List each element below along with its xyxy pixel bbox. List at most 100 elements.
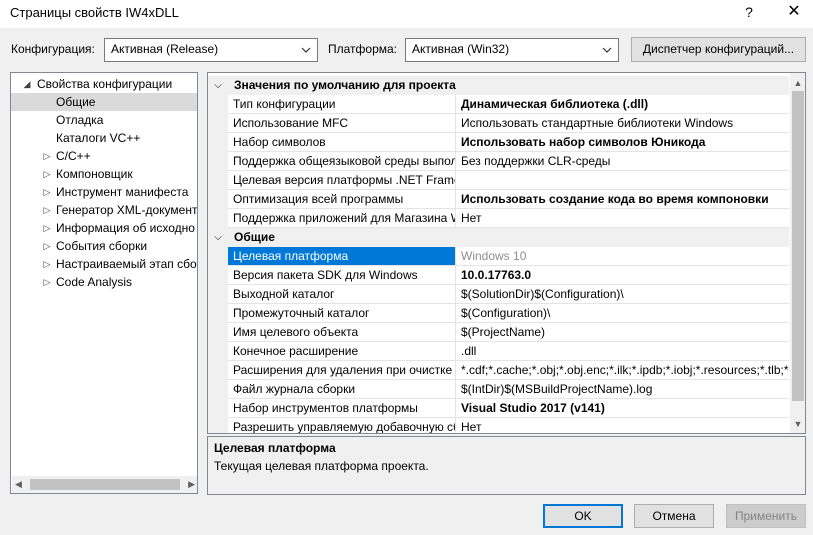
property-value[interactable]: $(SolutionDir)$(Configuration)\: [456, 285, 789, 304]
tree-item-label: Настраиваемый этап сбо: [56, 257, 197, 271]
property-row[interactable]: Поддержка приложений для Магазина W Нет: [208, 209, 789, 228]
property-category[interactable]: ⌵ Общие: [208, 228, 789, 247]
property-value[interactable]: $(ProjectName): [456, 323, 789, 342]
property-name: Набор символов: [228, 133, 456, 152]
row-gutter: [208, 95, 228, 114]
expand-arrow-icon[interactable]: ▷: [41, 273, 53, 291]
cancel-button[interactable]: Отмена: [634, 504, 714, 528]
ok-button[interactable]: OK: [543, 504, 623, 528]
scrollbar-thumb[interactable]: [30, 479, 180, 490]
property-row[interactable]: Поддержка общеязыковой среды выпол Без по…: [208, 152, 789, 171]
expand-arrow-icon[interactable]: ▷: [41, 147, 53, 165]
property-row[interactable]: Конечное расширение .dll: [208, 342, 789, 361]
platform-select[interactable]: Активная (Win32): [405, 38, 619, 62]
collapse-arrow-icon[interactable]: ◢: [21, 75, 33, 93]
property-name: Расширения для удаления при очистке: [228, 361, 456, 380]
tree-item[interactable]: ▷ Настраиваемый этап сбо: [11, 255, 197, 273]
property-value[interactable]: $(Configuration)\: [456, 304, 789, 323]
collapse-chevron-icon[interactable]: ⌵: [212, 76, 224, 95]
tree-item-label: Code Analysis: [56, 275, 133, 289]
expand-arrow-icon[interactable]: ▷: [41, 201, 53, 219]
expand-arrow-icon[interactable]: ▷: [41, 255, 53, 273]
scroll-left-icon[interactable]: ◀: [15, 476, 22, 493]
property-row[interactable]: Целевая платформа Windows 10: [208, 247, 789, 266]
tree-item-label: Генератор XML-документ: [56, 203, 198, 217]
property-value[interactable]: $(IntDir)$(MSBuildProjectName).log: [456, 380, 789, 399]
tree-item[interactable]: ▷ Генератор XML-документ: [11, 201, 197, 219]
property-row[interactable]: Набор символов Использовать набор символо…: [208, 133, 789, 152]
category-label: Значения по умолчанию для проекта: [234, 78, 456, 92]
tree-item[interactable]: Общие: [11, 93, 197, 111]
property-row[interactable]: Целевая версия платформы .NET Framew: [208, 171, 789, 190]
expand-arrow-icon[interactable]: ▷: [41, 219, 53, 237]
category-label: Общие: [234, 230, 275, 244]
property-row[interactable]: Промежуточный каталог $(Configuration)\: [208, 304, 789, 323]
tree-item[interactable]: ▷ Информация об исходно: [11, 219, 197, 237]
tree-item[interactable]: Каталоги VC++: [11, 129, 197, 147]
property-value[interactable]: .dll: [456, 342, 789, 361]
tree-item-label: События сборки: [56, 239, 148, 253]
tree-item[interactable]: Отладка: [11, 111, 197, 129]
scroll-down-icon[interactable]: ▼: [790, 416, 805, 432]
property-value[interactable]: [456, 171, 789, 190]
property-value[interactable]: Использовать стандартные библиотеки Wind…: [456, 114, 789, 133]
property-name: Имя целевого объекта: [228, 323, 456, 342]
property-row[interactable]: Набор инструментов платформы Visual Studi…: [208, 399, 789, 418]
property-row[interactable]: Разрешить управляемую добавочную сб Нет: [208, 418, 789, 433]
property-row[interactable]: Файл журнала сборки $(IntDir)$(MSBuildPro…: [208, 380, 789, 399]
property-value[interactable]: Без поддержки CLR-среды: [456, 152, 789, 171]
property-name: Файл журнала сборки: [228, 380, 456, 399]
property-value[interactable]: Visual Studio 2017 (v141): [456, 399, 789, 418]
property-grid[interactable]: ⌵ Значения по умолчанию для проекта Тип ко…: [207, 72, 806, 434]
property-row[interactable]: Использование MFC Использовать стандартны…: [208, 114, 789, 133]
property-value[interactable]: *.cdf;*.cache;*.obj;*.obj.enc;*.ilk;*.ip…: [456, 361, 789, 380]
property-category[interactable]: ⌵ Значения по умолчанию для проекта: [208, 76, 789, 95]
property-value[interactable]: Нет: [456, 209, 789, 228]
tree-item-label: Отладка: [56, 113, 104, 127]
property-value[interactable]: Динамическая библиотека (.dll): [456, 95, 789, 114]
row-gutter: [208, 380, 228, 399]
tree-item-label: Информация об исходно: [56, 221, 195, 235]
property-value[interactable]: Использовать набор символов Юникода: [456, 133, 789, 152]
property-name: Конечное расширение: [228, 342, 456, 361]
property-name: Поддержка общеязыковой среды выпол: [228, 152, 456, 171]
config-select[interactable]: Активная (Release): [104, 38, 318, 62]
config-tree[interactable]: ◢ Свойства конфигурации Общие Отладка Катало…: [10, 72, 198, 494]
tree-item[interactable]: ◢ Свойства конфигурации: [11, 75, 197, 93]
property-row[interactable]: Оптимизация всей программы Использовать с…: [208, 190, 789, 209]
property-value[interactable]: 10.0.17763.0: [456, 266, 789, 285]
horizontal-scrollbar[interactable]: ◀ ▶: [12, 476, 197, 493]
property-value[interactable]: Нет: [456, 418, 789, 433]
tree-item-label: Компоновщик: [56, 167, 133, 181]
config-manager-button[interactable]: Диспетчер конфигураций...: [631, 37, 806, 62]
scroll-up-icon[interactable]: ▲: [790, 75, 805, 91]
expand-arrow-icon[interactable]: ▷: [41, 183, 53, 201]
property-row[interactable]: Имя целевого объекта $(ProjectName): [208, 323, 789, 342]
row-gutter: [208, 285, 228, 304]
tree-item[interactable]: ▷ Инструмент манифеста: [11, 183, 197, 201]
row-gutter: [208, 133, 228, 152]
tree-item[interactable]: ▷ C/C++: [11, 147, 197, 165]
scroll-right-icon[interactable]: ▶: [188, 476, 195, 493]
expand-arrow-icon[interactable]: ▷: [41, 237, 53, 255]
property-row[interactable]: Расширения для удаления при очистке *.cdf…: [208, 361, 789, 380]
property-row[interactable]: Тип конфигурации Динамическая библиотека …: [208, 95, 789, 114]
tree-item[interactable]: ▷ События сборки: [11, 237, 197, 255]
scrollbar-thumb[interactable]: [792, 91, 804, 401]
tree-item[interactable]: ▷ Code Analysis: [11, 273, 197, 291]
property-row[interactable]: Выходной каталог $(SolutionDir)$(Configur…: [208, 285, 789, 304]
property-value[interactable]: Использовать создание кода во время комп…: [456, 190, 789, 209]
chevron-down-icon: [602, 47, 612, 53]
platform-select-value: Активная (Win32): [412, 42, 510, 56]
tree-item[interactable]: ▷ Компоновщик: [11, 165, 197, 183]
property-value[interactable]: Windows 10: [456, 247, 789, 266]
collapse-chevron-icon[interactable]: ⌵: [212, 228, 224, 247]
property-name: Промежуточный каталог: [228, 304, 456, 323]
close-button[interactable]: ✕: [776, 0, 812, 26]
row-gutter: [208, 342, 228, 361]
expand-arrow-icon[interactable]: ▷: [41, 165, 53, 183]
apply-button[interactable]: Применить: [726, 504, 806, 528]
property-row[interactable]: Версия пакета SDK для Windows 10.0.17763.…: [208, 266, 789, 285]
row-gutter: [208, 209, 228, 228]
help-button[interactable]: ?: [734, 0, 764, 26]
